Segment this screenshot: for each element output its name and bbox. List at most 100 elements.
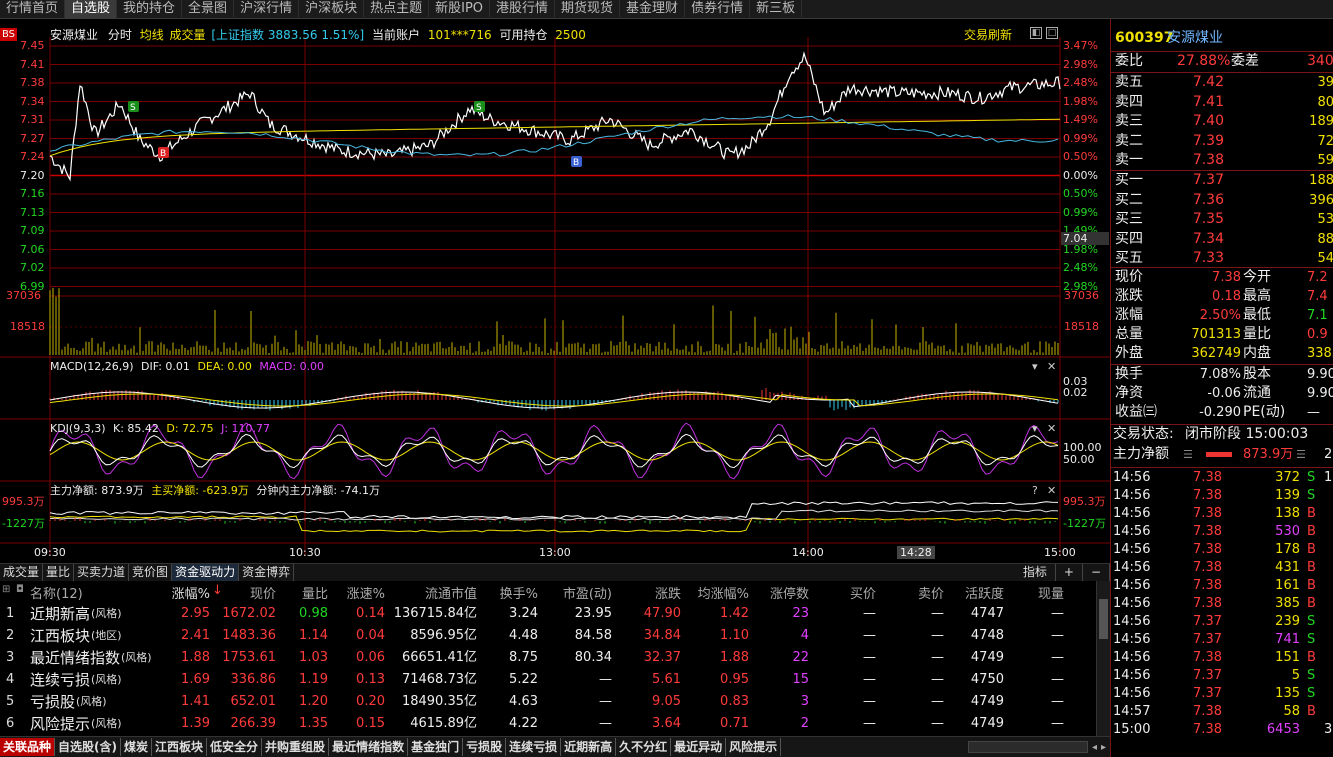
macd-dropdown-icon[interactable]: ▾	[1032, 360, 1038, 373]
row-name[interactable]: 风险提示	[30, 713, 90, 735]
column-header[interactable]: 量比	[302, 583, 328, 602]
nav-tab-10[interactable]: 基金理财	[620, 0, 686, 19]
intraday-chart[interactable]: SBSB BS 安源煤业 分时 均线 成交量 [上证指数 3883.56 1.5…	[0, 19, 1110, 561]
bottom-tab-7[interactable]: 基金独门	[408, 738, 464, 756]
panel-tab-1[interactable]: 量比	[43, 564, 75, 581]
remove-indicator-button[interactable]: −	[1083, 564, 1110, 581]
ask-row[interactable]: 卖一 7.38 59	[1111, 151, 1333, 170]
table-settings-icon[interactable]: ⊞	[2, 584, 10, 595]
panel-tab-5[interactable]: 资金博弈	[239, 564, 295, 581]
kdj-close-icon[interactable]: ✕	[1047, 422, 1056, 435]
nav-tab-3[interactable]: 全景图	[182, 0, 235, 19]
trade-refresh-button[interactable]: 交易刷新	[964, 29, 1012, 42]
panel-tab-2[interactable]: 买卖力道	[74, 564, 130, 581]
chart-mode[interactable]: 分时	[108, 28, 132, 42]
table-row[interactable]: 2 江西板块 (地区) 2.41 1483.36 1.14 0.04 8596.95亿 4.48…	[0, 625, 1096, 647]
column-header[interactable]: 涨幅%	[172, 583, 210, 602]
nav-tab-2[interactable]: 我的持仓	[117, 0, 183, 19]
nav-tab-8[interactable]: 港股行情	[490, 0, 556, 19]
nav-tab-7[interactable]: 新股IPO	[429, 0, 491, 19]
panel-tab-4[interactable]: 资金驱动力	[172, 564, 240, 581]
bottom-tab-1[interactable]: 自选股(含)	[55, 738, 121, 756]
nav-tab-4[interactable]: 沪深行情	[234, 0, 300, 19]
nav-tab-1[interactable]: 自选股	[65, 0, 118, 19]
bottom-tab-3[interactable]: 江西板块	[152, 738, 208, 756]
ask-row[interactable]: 卖四 7.41 80	[1111, 93, 1333, 112]
indicator-button[interactable]: 指标	[1015, 564, 1056, 581]
bid-row[interactable]: 买四 7.34 88	[1111, 230, 1333, 249]
row-name[interactable]: 亏损股	[30, 691, 75, 713]
bottom-tab-13[interactable]: 风险提示	[726, 738, 782, 756]
chart-canvas[interactable]: SBSB	[0, 19, 1110, 561]
table-scrollbar[interactable]	[1096, 581, 1110, 736]
bid-volume: 54	[1317, 251, 1333, 266]
column-header[interactable]: 换手%	[500, 583, 538, 602]
scroll-left-icon[interactable]: ◂	[1092, 742, 1097, 753]
table-row[interactable]: 3 最近情绪指数 (风格) 1.88 1753.61 1.03 0.06 66651.41亿 8…	[0, 647, 1096, 669]
column-header[interactable]: 均涨幅%	[698, 583, 749, 602]
layout-icon[interactable]: ◧	[1030, 27, 1042, 39]
row-name[interactable]: 江西板块	[30, 625, 90, 647]
add-indicator-button[interactable]: +	[1056, 564, 1083, 581]
nav-tab-12[interactable]: 新三板	[750, 0, 803, 19]
bottom-tab-11[interactable]: 久不分红	[616, 738, 672, 756]
scroll-right-icon[interactable]: ▸	[1101, 742, 1106, 753]
ask-row[interactable]: 卖三 7.40 189	[1111, 112, 1333, 131]
column-header[interactable]: 名称(12)	[30, 583, 83, 602]
bottom-tab-6[interactable]: 最近情绪指数	[329, 738, 409, 756]
column-header[interactable]: 现价	[250, 583, 276, 602]
panel-tab-0[interactable]: 成交量	[0, 564, 44, 581]
row-cell: —	[1051, 606, 1064, 621]
bottom-tab-5[interactable]: 并购重组股	[262, 738, 330, 756]
scrollbar-thumb[interactable]	[1099, 599, 1108, 639]
bottom-tab-0[interactable]: 关联品种	[0, 738, 56, 756]
column-header[interactable]: 买价	[850, 583, 876, 602]
row-name[interactable]: 连续亏损	[30, 669, 90, 691]
flow-legend: 主力净额: 873.9万 主买净额: -623.9万 分钟内主力净额: -74.…	[50, 484, 380, 497]
flow-help-icon[interactable]: ?	[1032, 484, 1038, 497]
bid-row[interactable]: 买三 7.35 53	[1111, 210, 1333, 229]
bottom-scrollbar[interactable]	[967, 741, 1088, 753]
window-icon[interactable]: □	[1046, 27, 1058, 39]
column-header[interactable]: 涨跌	[655, 583, 681, 602]
ask-row[interactable]: 卖五 7.42 39	[1111, 73, 1333, 92]
kdj-dropdown-icon[interactable]: ▾	[1032, 422, 1038, 435]
bottom-tab-4[interactable]: 低安全分	[207, 738, 263, 756]
flow-expand-icon[interactable]: ☰	[1296, 445, 1306, 464]
flow-list-icon[interactable]: ☰	[1183, 445, 1193, 464]
nav-tab-9[interactable]: 期货现货	[555, 0, 621, 19]
bottom-tab-10[interactable]: 近期新高	[561, 738, 617, 756]
row-name[interactable]: 近期新高	[30, 603, 90, 625]
column-header[interactable]: 流通市值	[425, 583, 477, 602]
bid-row[interactable]: 买一 7.37 188	[1111, 171, 1333, 190]
table-row[interactable]: 5 亏损股 (风格) 1.41 652.01 1.20 0.20 18490.35亿 4.63 —…	[0, 691, 1096, 713]
bid-row[interactable]: 买五 7.33 54	[1111, 249, 1333, 268]
column-header[interactable]: 涨停数	[770, 583, 809, 602]
nav-tab-5[interactable]: 沪深板块	[299, 0, 365, 19]
table-filter-icon[interactable]: ◘	[16, 584, 24, 595]
flow-close-icon[interactable]: ✕	[1047, 484, 1056, 497]
bs-badge[interactable]: BS	[0, 28, 18, 41]
ask-row[interactable]: 卖二 7.39 72	[1111, 132, 1333, 151]
panel-tab-3[interactable]: 竞价图	[129, 564, 173, 581]
macd-close-icon[interactable]: ✕	[1047, 360, 1056, 373]
column-header[interactable]: 涨速%	[347, 583, 385, 602]
column-header[interactable]: 现量	[1038, 583, 1064, 602]
column-header[interactable]: 市盈(动)	[563, 583, 612, 602]
table-row[interactable]: 4 连续亏损 (风格) 1.69 336.86 1.19 0.13 71468.73亿 5.22…	[0, 669, 1096, 691]
column-header[interactable]: 活跃度	[965, 583, 1004, 602]
bottom-tab-2[interactable]: 煤炭	[121, 738, 153, 756]
bottom-tab-12[interactable]: 最近异动	[671, 738, 727, 756]
table-row[interactable]: 6 风险提示 (风格) 1.39 266.39 1.35 0.15 4615.89亿 4.22 —…	[0, 713, 1096, 735]
bottom-tab-8[interactable]: 亏损股	[463, 738, 507, 756]
table-row[interactable]: 1 近期新高 (风格) 2.95 1672.02 0.98 0.14 136715.84亿 3.…	[0, 603, 1096, 625]
bid-row[interactable]: 买二 7.36 396	[1111, 191, 1333, 210]
stat-row: 外盘 362749内盘 33856	[1111, 344, 1333, 363]
row-name[interactable]: 最近情绪指数	[30, 647, 120, 669]
bottom-tab-9[interactable]: 连续亏损	[506, 738, 562, 756]
nav-tab-11[interactable]: 债券行情	[685, 0, 751, 19]
column-header[interactable]: 卖价	[918, 583, 944, 602]
sort-desc-icon[interactable]: ↓	[212, 583, 223, 598]
nav-tab-0[interactable]: 行情首页	[0, 0, 66, 19]
nav-tab-6[interactable]: 热点主题	[364, 0, 430, 19]
